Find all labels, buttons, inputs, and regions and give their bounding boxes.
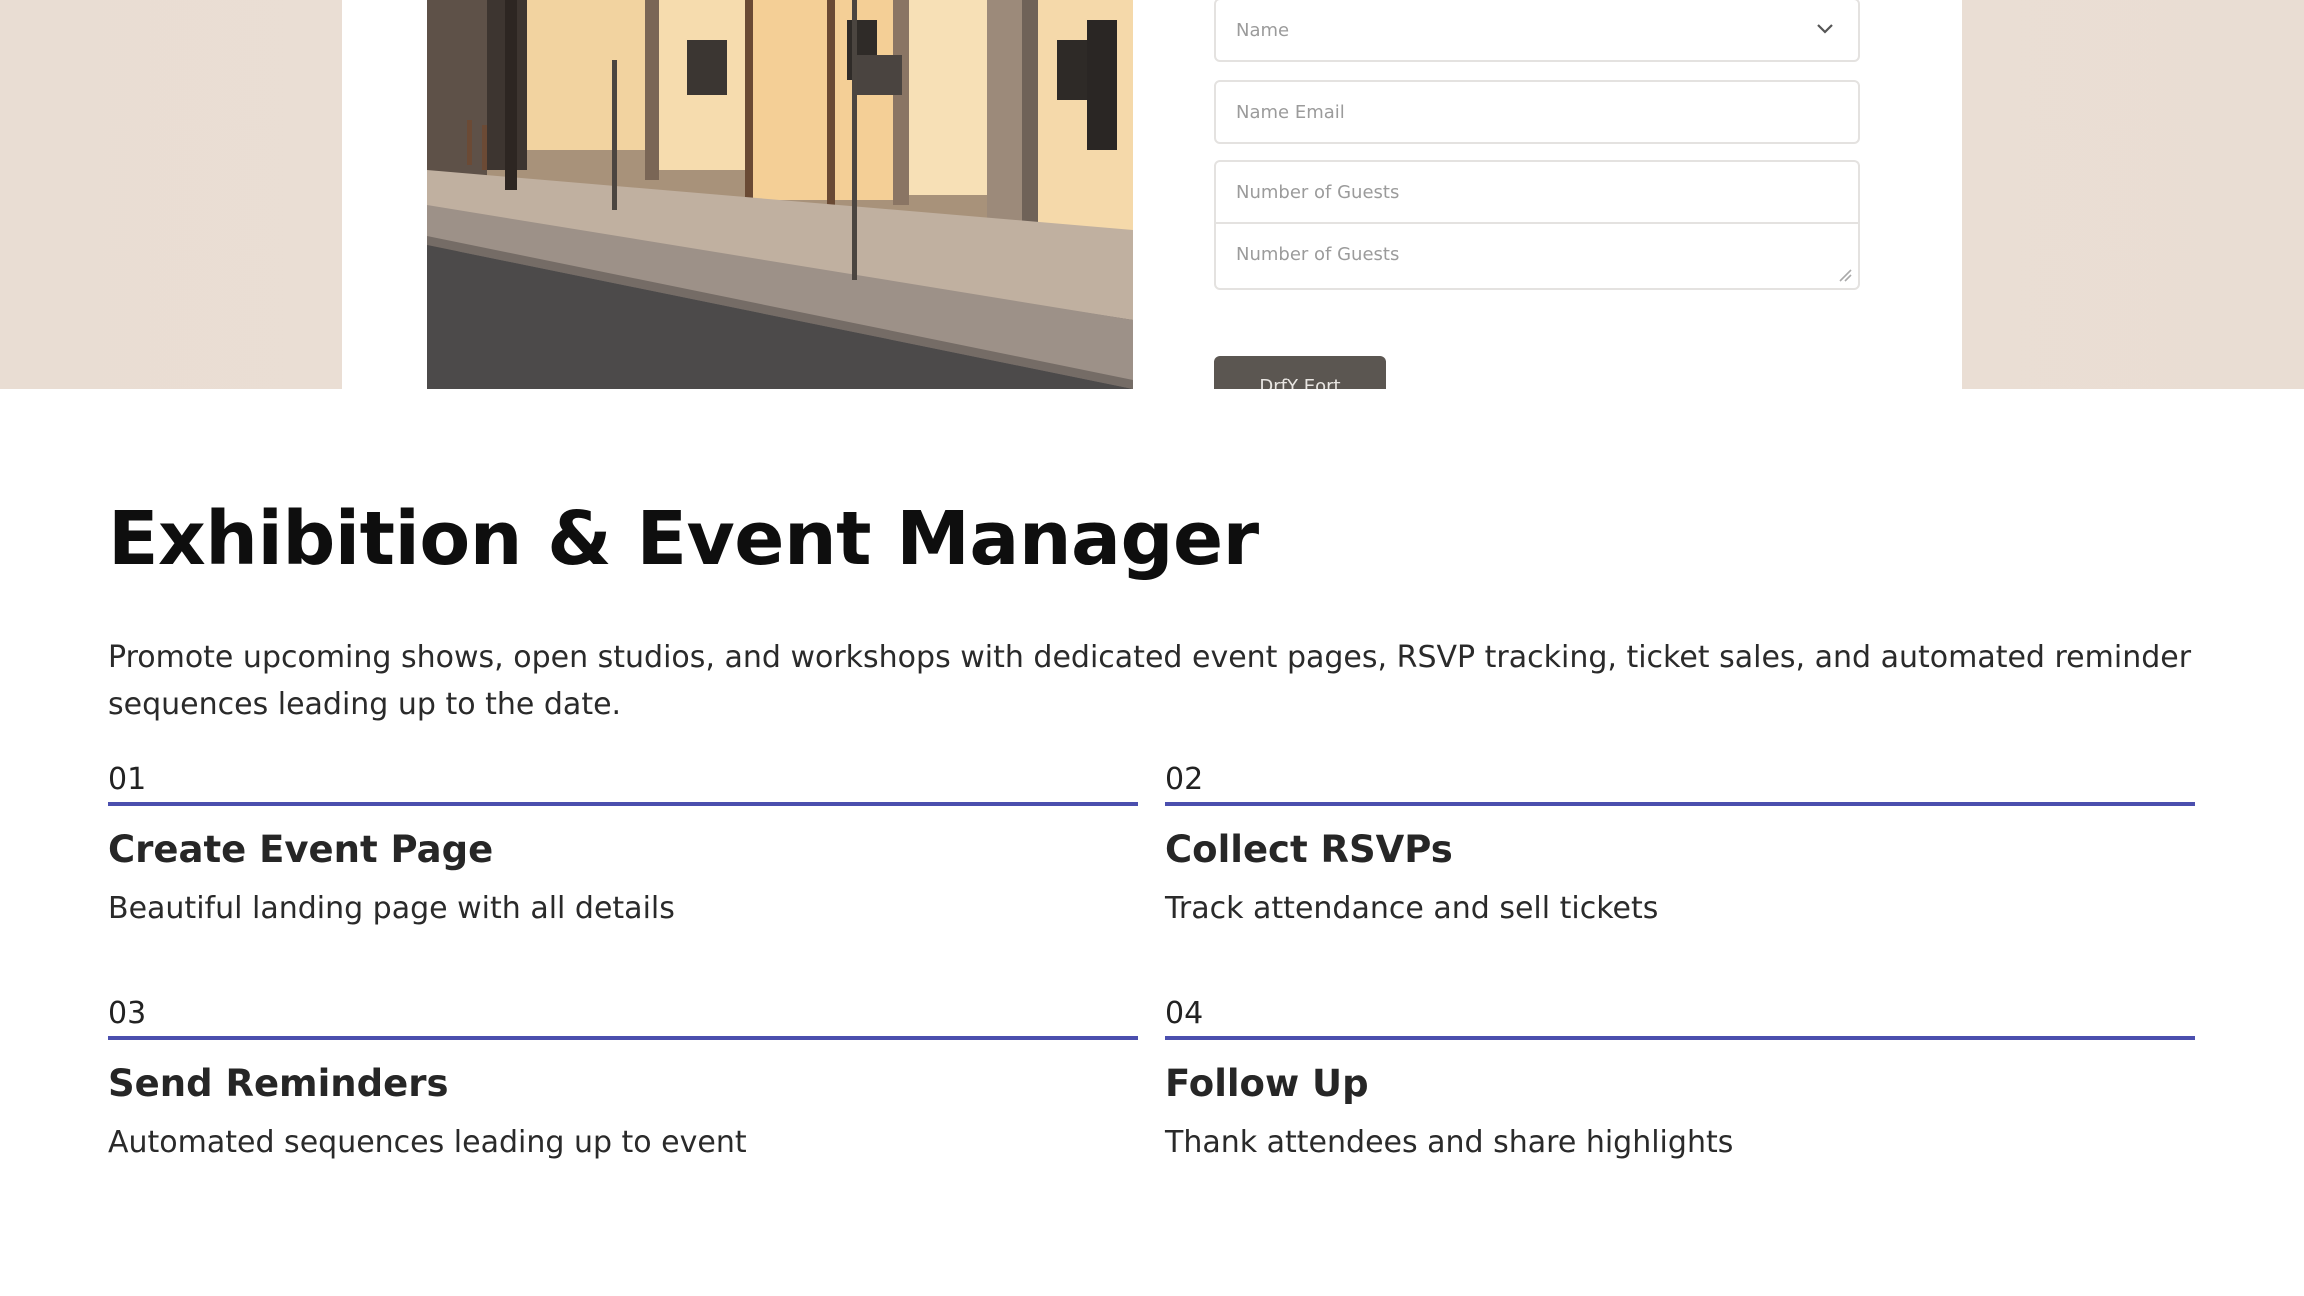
- email-placeholder: Name Email: [1236, 102, 1345, 123]
- step-number: 01: [108, 762, 147, 797]
- name-select[interactable]: Name: [1214, 0, 1860, 62]
- step-divider: [1165, 1036, 2195, 1040]
- guests-input[interactable]: Number of Guests: [1214, 160, 1860, 222]
- step-create-event-page: 01 Create Event Page Beautiful landing p…: [108, 760, 1138, 926]
- guests-placeholder: Number of Guests: [1236, 182, 1400, 203]
- step-number: 04: [1165, 996, 1204, 1031]
- submit-button[interactable]: DrfY Eort: [1214, 356, 1386, 389]
- step-description: Beautiful landing page with all details: [108, 891, 675, 926]
- step-title: Collect RSVPs: [1165, 828, 1453, 871]
- step-description: Track attendance and sell tickets: [1165, 891, 1659, 926]
- guests-textarea[interactable]: Number of Guests: [1214, 222, 1860, 290]
- hero-banner: Name Name Email Number of Guests Number …: [0, 0, 2304, 389]
- page-description: Promote upcoming shows, open studios, an…: [108, 640, 2192, 722]
- step-collect-rsvps: 02 Collect RSVPs Track attendance and se…: [1165, 760, 2195, 926]
- email-field[interactable]: Name Email: [1214, 80, 1860, 144]
- step-send-reminders: 03 Send Reminders Automated sequences le…: [108, 994, 1138, 1160]
- rsvp-form: Name Name Email Number of Guests Number …: [1214, 0, 1862, 389]
- step-title: Create Event Page: [108, 828, 494, 871]
- page-title: Exhibition & Event Manager: [108, 496, 1259, 582]
- chevron-down-icon: [1817, 24, 1833, 34]
- step-title: Send Reminders: [108, 1062, 449, 1105]
- step-number: 03: [108, 996, 147, 1031]
- step-divider: [1165, 802, 2195, 806]
- step-description: Thank attendees and share highlights: [1165, 1125, 1734, 1160]
- name-select-value: Name: [1236, 20, 1290, 41]
- resize-handle-icon[interactable]: [1836, 266, 1852, 282]
- step-follow-up: 04 Follow Up Thank attendees and share h…: [1165, 994, 2195, 1160]
- step-divider: [108, 802, 1138, 806]
- step-description: Automated sequences leading up to event: [108, 1125, 747, 1160]
- guests-textarea-placeholder: Number of Guests: [1236, 244, 1400, 265]
- hero-panel: Name Name Email Number of Guests Number …: [342, 0, 1962, 389]
- storefront-illustration: [427, 0, 1133, 389]
- step-divider: [108, 1036, 1138, 1040]
- step-title: Follow Up: [1165, 1062, 1369, 1105]
- step-number: 02: [1165, 762, 1204, 797]
- gallery-storefront-image: [427, 0, 1133, 389]
